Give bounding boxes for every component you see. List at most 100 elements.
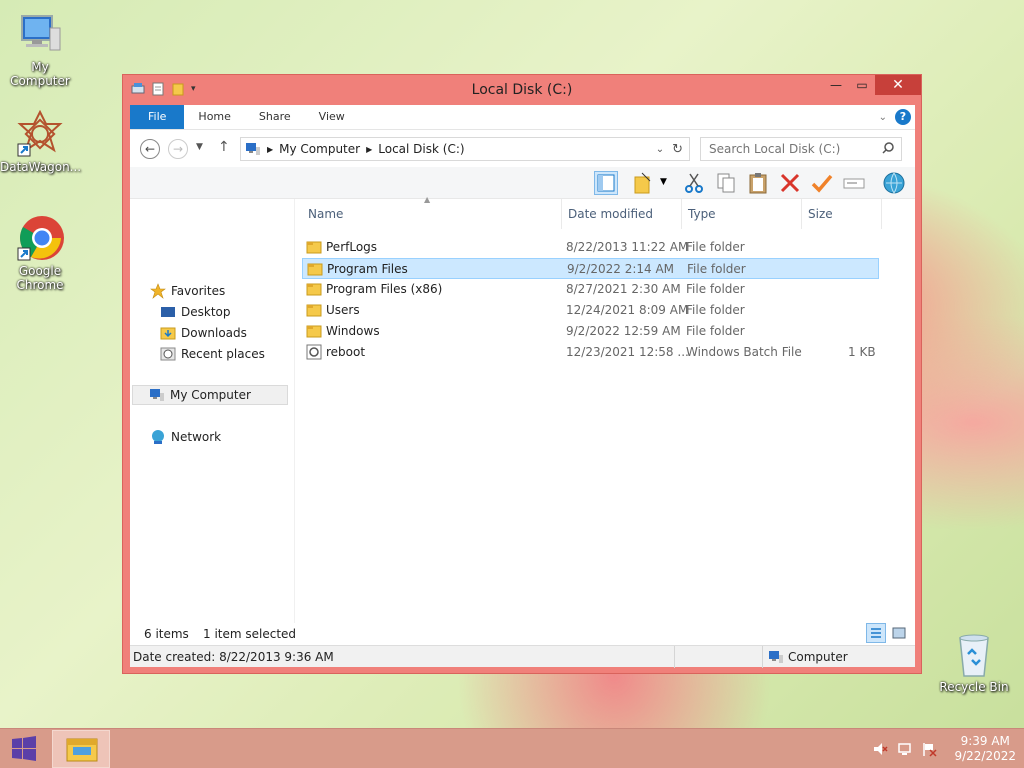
table-row[interactable]: Program Files (x86) 8/27/2021 2:30 AM File…	[302, 279, 879, 300]
desktop-icon-recycle-bin[interactable]: Recycle Bin	[934, 630, 1014, 694]
start-button[interactable]	[0, 729, 48, 768]
delete-icon[interactable]	[778, 171, 802, 195]
table-row[interactable]: PerfLogs 8/22/2013 11:22 AM File folder	[302, 237, 879, 258]
breadcrumb-local-disk[interactable]: Local Disk (C:)	[372, 142, 470, 156]
taskbar-file-explorer[interactable]	[52, 730, 110, 768]
file-type: Windows Batch File	[686, 345, 802, 359]
clock-time: 9:39 AM	[960, 734, 1010, 748]
breadcrumb-my-computer[interactable]: My Computer	[273, 142, 366, 156]
help-icon[interactable]: ?	[895, 109, 911, 125]
column-header-size[interactable]: Size	[802, 199, 882, 229]
nav-favorites[interactable]: Favorites	[150, 281, 225, 301]
maximize-button[interactable]: ▭	[849, 75, 875, 95]
title-bar[interactable]: ▾ Local Disk (C:) — ▭ ✕	[123, 75, 921, 105]
back-button[interactable]: ←	[140, 139, 160, 159]
file-date: 9/2/2022 2:14 AM	[567, 262, 675, 276]
date-created: Date created: 8/22/2013 9:36 AM	[133, 650, 334, 664]
volume-muted-icon[interactable]	[872, 741, 888, 757]
details-view-icon[interactable]	[866, 623, 886, 643]
desktop-icon-datawagon[interactable]: DataWagon...	[0, 109, 82, 174]
desktop-icon-my-computer[interactable]: My Computer	[0, 10, 80, 88]
network-globe-icon[interactable]	[882, 171, 906, 195]
nav-label: Desktop	[181, 305, 231, 319]
cut-icon[interactable]	[682, 171, 706, 195]
table-row[interactable]: Users 12/24/2021 8:09 AM File folder	[302, 300, 879, 321]
forward-button[interactable]: →	[168, 139, 188, 159]
column-header-date[interactable]: Date modified	[562, 199, 682, 229]
system-clock[interactable]: 9:39 AM 9/22/2022	[954, 734, 1016, 764]
computer-icon	[16, 10, 64, 58]
folder-icon	[306, 239, 322, 258]
nav-downloads[interactable]: Downloads	[160, 323, 247, 343]
desktop-icon-label: DataWagon...	[0, 160, 82, 174]
close-button[interactable]: ✕	[875, 75, 921, 95]
tab-share[interactable]: Share	[245, 105, 305, 129]
content-area: Favorites Desktop Downloads Recent place…	[130, 195, 915, 643]
table-row[interactable]: Program Files 9/2/2022 2:14 AM File folder	[302, 258, 879, 279]
file-name: Program Files	[327, 262, 408, 276]
network-icon	[150, 429, 166, 445]
explorer-window: ▾ Local Disk (C:) — ▭ ✕ File Home Share …	[122, 74, 922, 674]
computer-icon	[149, 387, 165, 403]
file-explorer-icon	[66, 738, 98, 762]
minimize-button[interactable]: —	[823, 75, 849, 95]
table-row[interactable]: reboot 12/23/2021 12:58 ... Windows Batch …	[302, 342, 879, 363]
large-icons-view-icon[interactable]	[890, 624, 908, 642]
datawagon-logo-icon	[16, 109, 64, 158]
recent-locations-icon[interactable]: ▼	[196, 142, 203, 152]
file-date: 12/23/2021 12:58 ...	[566, 345, 689, 359]
address-dropdown-icon[interactable]: ⌄	[656, 144, 664, 155]
file-date: 8/27/2021 2:30 AM	[566, 282, 681, 296]
desktop-icon	[160, 304, 176, 320]
navigation-pane: Favorites Desktop Downloads Recent place…	[130, 199, 295, 643]
network-tray-icon[interactable]	[897, 741, 913, 757]
location-label: Computer	[788, 650, 848, 664]
divider	[762, 646, 763, 668]
desktop-icon-label: My Computer	[10, 60, 70, 88]
nav-label: Favorites	[171, 284, 226, 298]
nav-recent-places[interactable]: Recent places	[160, 344, 265, 364]
expand-ribbon-icon[interactable]: ⌄	[879, 112, 887, 123]
paste-icon[interactable]	[746, 171, 770, 195]
file-type: File folder	[686, 282, 745, 296]
search-input[interactable]	[700, 137, 902, 161]
up-arrow-icon[interactable]: ↑	[218, 139, 230, 155]
nav-label: Recent places	[181, 347, 265, 361]
action-center-flag-icon[interactable]	[921, 741, 937, 757]
file-date: 9/2/2022 12:59 AM	[566, 324, 681, 338]
copy-icon[interactable]	[714, 171, 738, 195]
checkmark-icon[interactable]	[810, 171, 834, 195]
address-field[interactable]: ▶ My Computer ▶ Local Disk (C:) ⌄ ↻	[240, 137, 690, 161]
column-header-type[interactable]: Type	[682, 199, 802, 229]
preview-pane-icon[interactable]	[594, 171, 618, 195]
star-icon	[150, 283, 166, 299]
recycle-bin-icon	[950, 630, 998, 678]
chevron-down-icon[interactable]: ▼	[660, 177, 667, 187]
table-row[interactable]: Windows 9/2/2022 12:59 AM File folder	[302, 321, 879, 342]
item-count: 6 items	[144, 627, 189, 641]
nav-label: Downloads	[181, 326, 247, 340]
tab-view[interactable]: View	[305, 105, 359, 129]
nav-desktop[interactable]: Desktop	[160, 302, 231, 322]
address-bar-row: ← → ▼ ↑ ▶ My Computer ▶ Local Disk (C:) …	[130, 129, 915, 167]
column-header-name[interactable]: Name	[302, 199, 562, 229]
taskbar: 9:39 AM 9/22/2022	[0, 728, 1024, 768]
file-name: Users	[326, 303, 360, 317]
divider	[674, 646, 675, 668]
ribbon-tabs: File Home Share View ⌄ ?	[130, 105, 915, 129]
file-name: Program Files (x86)	[326, 282, 443, 296]
batch-file-icon	[306, 344, 322, 363]
desktop-icon-google-chrome[interactable]: Google Chrome	[0, 214, 80, 292]
folder-icon	[307, 261, 323, 280]
desktop-icon-label: Recycle Bin	[939, 680, 1009, 694]
nav-network[interactable]: Network	[150, 427, 221, 447]
refresh-icon[interactable]: ↻	[672, 142, 683, 157]
folder-options-icon[interactable]	[632, 171, 656, 195]
search-icon[interactable]	[882, 142, 894, 154]
nav-my-computer[interactable]: My Computer	[132, 385, 288, 405]
tab-file[interactable]: File	[130, 105, 185, 129]
rename-icon[interactable]	[842, 171, 866, 195]
file-type: File folder	[686, 303, 745, 317]
tab-home[interactable]: Home	[184, 105, 244, 129]
nav-label: My Computer	[170, 388, 251, 402]
